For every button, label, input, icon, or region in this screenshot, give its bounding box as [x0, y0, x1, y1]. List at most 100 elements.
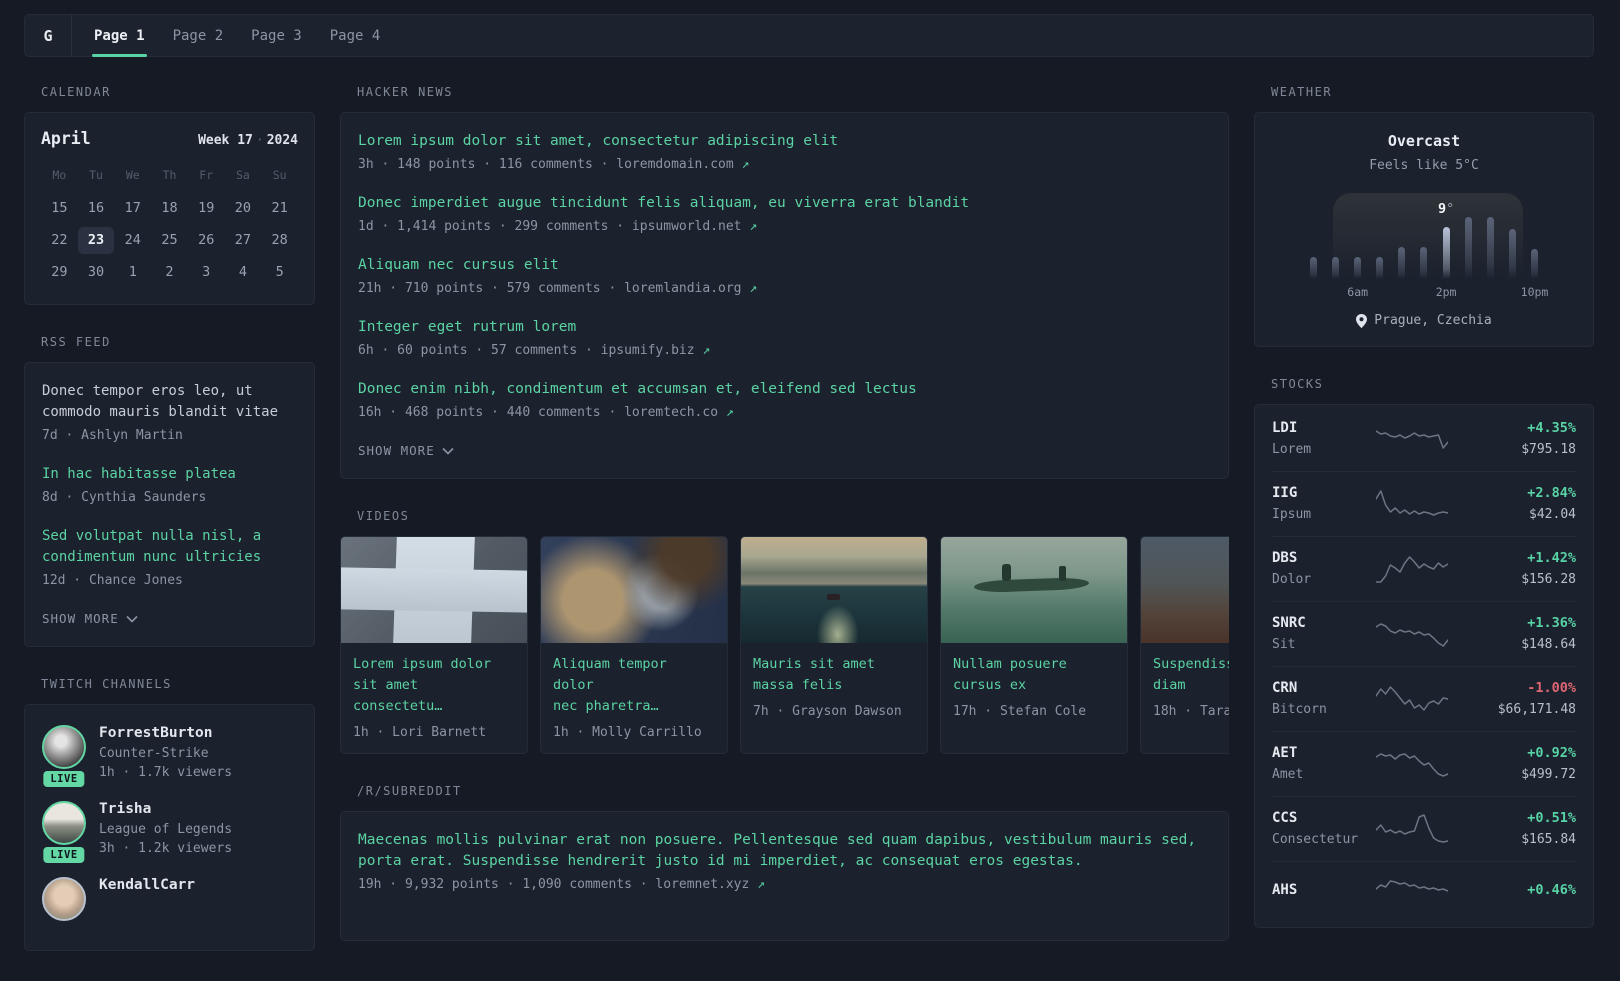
stock-symbol: AHS	[1272, 882, 1298, 898]
reddit-post: Maecenas mollis pulvinar erat non posuer…	[358, 830, 1211, 892]
rss-item-title[interactable]: In hac habitasse platea	[42, 464, 297, 485]
rss-show-more-button[interactable]: SHOW MORE	[42, 609, 297, 640]
video-meta: 1h · Molly Carrillo	[553, 725, 702, 740]
temp-bar	[1530, 249, 1538, 279]
live-badge: LIVE	[43, 771, 85, 787]
stock-name: Ipsum	[1272, 507, 1312, 522]
video-thumbnail	[341, 537, 527, 643]
tab-page-4[interactable]: Page 4	[316, 15, 395, 56]
video-title[interactable]: Suspendisse diam	[1153, 654, 1229, 696]
stock-symbol: CRN	[1272, 680, 1298, 696]
stock-name: Lorem	[1272, 442, 1312, 457]
calendar-day: 17	[124, 200, 141, 216]
temp-bar	[1508, 229, 1516, 279]
hn-item-title[interactable]: Lorem ipsum dolor sit amet, consectetur …	[358, 131, 1211, 152]
tab-page-3[interactable]: Page 3	[237, 15, 316, 56]
calendar-day: 30	[87, 264, 105, 280]
twitch-channel-name[interactable]: ForrestBurton	[99, 725, 232, 741]
hn-item-title[interactable]: Donec imperdiet augue tincidunt felis al…	[358, 193, 1211, 214]
twitch-widget: TWITCH CHANNELS LIVE ForrestBurton Count…	[24, 677, 315, 951]
video-card[interactable]: Lorem ipsum dolor sit amet consectetu… 1…	[340, 536, 528, 754]
hn-item-title[interactable]: Donec enim nibh, condimentum et accumsan…	[358, 379, 1211, 400]
video-title[interactable]: Mauris sit amet massa felis	[753, 654, 915, 696]
stock-change: +2.84%	[1527, 485, 1576, 501]
hn-show-more-button[interactable]: SHOW MORE	[358, 441, 1211, 472]
hn-item-meta: 1d · 1,414 points · 299 comments · ipsum…	[358, 219, 758, 234]
stock-change: +4.35%	[1527, 420, 1576, 436]
calendar-day: 16	[87, 200, 105, 216]
stock-row[interactable]: CCS Consectetur +0.51% $165.84	[1272, 796, 1576, 861]
stock-row[interactable]: CRN Bitcorn -1.00% $66,171.48	[1272, 666, 1576, 731]
video-title[interactable]: Aliquam tempor dolor nec pharetra…	[553, 654, 715, 717]
temp-bar	[1442, 227, 1450, 279]
twitch-channel-row[interactable]: LIVE ForrestBurton Counter-Strike 1h · 1…	[42, 725, 297, 787]
calendar-day: 22	[51, 232, 68, 248]
calendar-day: 24	[124, 232, 141, 248]
stock-price: $156.28	[1521, 572, 1576, 587]
stock-symbol: IIG	[1272, 485, 1298, 501]
stock-row[interactable]: AHS +0.46%	[1272, 861, 1576, 925]
twitch-channel-name[interactable]: Trisha	[99, 801, 232, 817]
calendar-day: 4	[238, 264, 247, 280]
stocks-section-label: STOCKS	[1271, 377, 1324, 391]
stock-row[interactable]: IIG Ipsum +2.84% $42.04	[1272, 471, 1576, 536]
stock-name: Amet	[1272, 767, 1304, 782]
location-pin-icon	[1356, 313, 1368, 328]
calendar-week-year: Week 17 · 2024	[198, 133, 298, 148]
temp-bar	[1486, 217, 1494, 279]
reddit-post-title[interactable]: Maecenas mollis pulvinar erat non posuer…	[358, 830, 1211, 872]
stock-row[interactable]: AET Amet +0.92% $499.72	[1272, 731, 1576, 796]
temp-bar	[1376, 257, 1384, 279]
calendar-day: 29	[51, 264, 68, 280]
tab-page-2[interactable]: Page 2	[159, 15, 238, 56]
rss-item-title[interactable]: Donec tempor eros leo, ut commodo mauris…	[42, 381, 297, 423]
external-link-icon: ↗	[702, 343, 711, 358]
twitch-channel-name[interactable]: KendallCarr	[99, 877, 195, 893]
stock-symbol: CCS	[1272, 810, 1298, 826]
rss-item-meta: 7d · Ashlyn Martin	[42, 428, 183, 443]
temp-bar	[1310, 257, 1317, 279]
calendar-day: 21	[271, 200, 288, 216]
stock-symbol: DBS	[1272, 550, 1298, 566]
video-card[interactable]: Aliquam tempor dolor nec pharetra… 1h · …	[540, 536, 728, 754]
stock-price: $148.64	[1521, 637, 1576, 652]
stock-sparkline	[1376, 752, 1448, 777]
weather-hourly-chart: 9° 6am 2pm 10pm	[1298, 193, 1550, 299]
hn-item: Donec imperdiet augue tincidunt felis al…	[358, 193, 1211, 234]
external-link-icon: ↗	[749, 281, 758, 296]
videos-section-label: VIDEOS	[357, 509, 410, 523]
twitch-channel-game: Counter-Strike	[99, 746, 209, 761]
twitch-channel-row[interactable]: KendallCarr	[42, 877, 297, 921]
twitch-channel-row[interactable]: LIVE Trisha League of Legends 3h · 1.2k …	[42, 801, 297, 863]
video-title[interactable]: Nullam posuere cursus ex	[953, 654, 1115, 696]
stock-sparkline	[1376, 685, 1448, 711]
stock-symbol: LDI	[1272, 420, 1298, 436]
stock-price: $42.04	[1529, 507, 1576, 522]
calendar-widget: CALENDAR April Week 17 · 2024 Mo Tu We Th Fr Sa…	[24, 85, 315, 305]
stock-symbol: SNRC	[1272, 615, 1306, 631]
stock-row[interactable]: DBS Dolor +1.42% $156.28	[1272, 536, 1576, 601]
rss-widget: RSS FEED Donec tempor eros leo, ut commo…	[24, 335, 315, 647]
video-card[interactable]: Mauris sit amet massa felis 7h · Grayson…	[740, 536, 928, 754]
chevron-down-icon	[126, 615, 138, 623]
stock-row[interactable]: LDI Lorem +4.35% $795.18	[1272, 407, 1576, 471]
hn-item-title[interactable]: Integer eget rutrum lorem	[358, 317, 1211, 338]
videos-widget: VIDEOS Lorem ipsum dolor sit amet consec…	[340, 509, 1229, 754]
hn-item-title[interactable]: Aliquam nec cursus elit	[358, 255, 1211, 276]
stock-row[interactable]: SNRC Sit +1.36% $148.64	[1272, 601, 1576, 666]
calendar-day: 2	[165, 264, 174, 280]
middle-column: HACKER NEWS Lorem ipsum dolor sit amet, …	[340, 85, 1229, 971]
video-card[interactable]: Nullam posuere cursus ex 17h · Stefan Co…	[940, 536, 1128, 754]
external-link-icon: ↗	[749, 219, 758, 234]
external-link-icon: ↗	[757, 877, 765, 892]
dashboard-page: G Page 1 Page 2 Page 3 Page 4 CALENDAR A…	[24, 14, 1594, 981]
tab-page-1[interactable]: Page 1	[80, 15, 159, 57]
app-logo[interactable]: G	[25, 15, 72, 56]
video-title[interactable]: Lorem ipsum dolor sit amet consectetu…	[353, 654, 515, 717]
rss-item: Sed volutpat nulla nisl, a condimentum n…	[42, 526, 297, 588]
time-label: 2pm	[1435, 285, 1457, 299]
rss-item-meta: 12d · Chance Jones	[42, 573, 183, 588]
video-card[interactable]: Suspendisse diam 18h · Tara	[1140, 536, 1229, 754]
rss-item-title[interactable]: Sed volutpat nulla nisl, a condimentum n…	[42, 526, 297, 568]
stock-change: +1.42%	[1527, 550, 1576, 566]
